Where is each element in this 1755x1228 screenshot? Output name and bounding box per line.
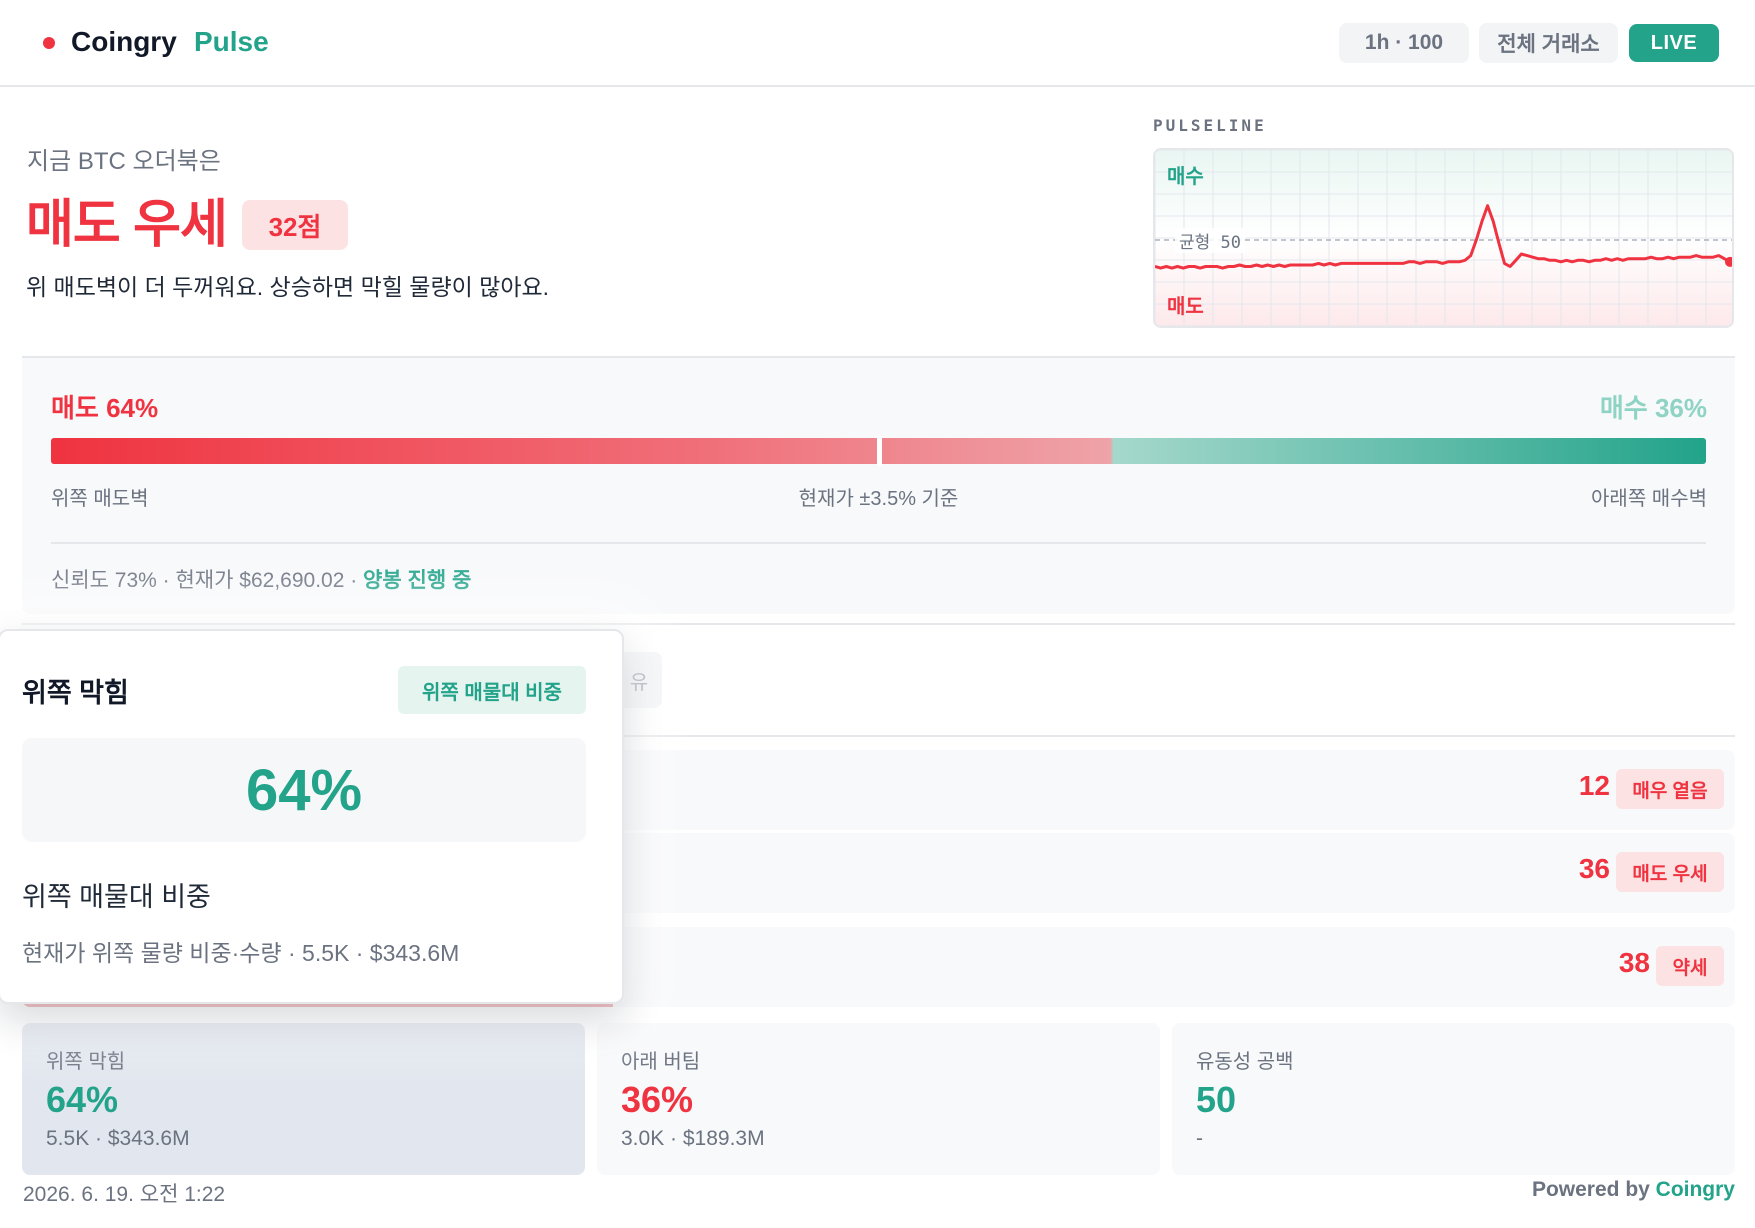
balance-midpoint-marker xyxy=(876,436,882,466)
pulseline-label: PULSELINE xyxy=(1153,116,1267,135)
app-header: Coingry Pulse 1h · 100 전체 거래소 LIVE xyxy=(0,0,1755,87)
footer-timestamp: 2026. 6. 19. 오전 1:22 xyxy=(23,1183,226,1206)
live-button[interactable]: LIVE xyxy=(1629,24,1719,62)
stat-value: 64% xyxy=(46,1079,119,1120)
stat-value: 50 xyxy=(1196,1079,1237,1120)
gauge-right-caption: 아래쪽 매수벽 xyxy=(1591,488,1707,510)
pulse-mid-label: 균형 50 xyxy=(1175,228,1245,253)
tooltip-title: 위쪽 막힘 xyxy=(22,678,129,708)
score-badge: 32점 xyxy=(242,200,348,250)
exchange-select-button[interactable]: 전체 거래소 xyxy=(1479,23,1618,63)
row-status-badge: 매도 우세 xyxy=(1616,852,1724,892)
stat-card-bottom-support[interactable]: 아래 버팀 36% 3.0K · $189.3M xyxy=(597,1023,1160,1175)
tooltip-detail: 현재가 위쪽 물량 비중·수량 · 5.5K · $343.6M xyxy=(22,940,460,966)
hero-title: 매도 우세 xyxy=(26,196,228,254)
balance-gauge-card: 매도 64% 매수 36% 위쪽 매도벽 현재가 ±3.5% 기준 아래쪽 매수… xyxy=(22,356,1735,614)
powered-by[interactable]: Powered by Coingry xyxy=(1532,1178,1735,1202)
stat-sub: 5.5K · $343.6M xyxy=(46,1127,190,1150)
stat-tooltip-popover: 위쪽 막힘 위쪽 매물대 비중 64% 위쪽 매물대 비중 현재가 위쪽 물량 … xyxy=(0,629,624,1004)
divider xyxy=(22,623,1735,625)
live-dot-icon xyxy=(43,37,55,49)
pulse-buy-label: 매수 xyxy=(1167,166,1204,188)
powered-brand: Coingry xyxy=(1655,1178,1735,1201)
divider xyxy=(51,542,1706,544)
gauge-meta-text: 신뢰도 73% · 현재가 $62,690.02 · xyxy=(51,569,364,592)
row-status-badge: 매우 옅음 xyxy=(1616,769,1724,809)
stat-card-top-resistance[interactable]: 위쪽 막힘 64% 5.5K · $343.6M xyxy=(22,1023,585,1175)
hero-description: 위 매도벽이 더 두꺼워요. 상승하면 막힐 물량이 많아요. xyxy=(26,274,550,300)
row-score: 36 xyxy=(1578,853,1610,884)
stat-sub: - xyxy=(1196,1127,1203,1150)
tooltip-heading: 위쪽 매물대 비중 xyxy=(22,882,211,912)
stat-sub: 3.0K · $189.3M xyxy=(621,1127,765,1150)
stat-label: 유동성 공백 xyxy=(1196,1051,1294,1073)
stat-label: 위쪽 막힘 xyxy=(46,1051,126,1073)
balance-bar[interactable] xyxy=(51,436,1706,466)
trend-text: 양봉 진행 중 xyxy=(363,569,472,592)
gauge-center-caption: 현재가 ±3.5% 기준 xyxy=(798,488,959,510)
powered-prefix: Powered by xyxy=(1531,1178,1656,1201)
gauge-meta: 신뢰도 73% · 현재가 $62,690.02 · 양봉 진행 중 xyxy=(51,564,471,594)
hero-label: 지금 BTC 오더북은 xyxy=(27,148,221,175)
stat-card-liquidity-gap[interactable]: 유동성 공백 50 - xyxy=(1172,1023,1735,1175)
tooltip-value: 64% xyxy=(22,738,586,842)
pulse-sell-label: 매도 xyxy=(1167,296,1204,318)
row-status-badge: 약세 xyxy=(1656,946,1724,986)
brand-name[interactable]: Coingry xyxy=(71,26,177,58)
row-score: 12 xyxy=(1578,770,1610,801)
pulseline-chart[interactable]: 매수 균형 50 매도 xyxy=(1153,148,1734,328)
row-score: 38 xyxy=(1618,947,1650,978)
range-select-button[interactable]: 1h · 100 xyxy=(1339,23,1469,63)
stat-label: 아래 버팀 xyxy=(621,1051,701,1073)
tooltip-badge: 위쪽 매물대 비중 xyxy=(398,666,586,714)
gauge-buy-label: 매수 36% xyxy=(1599,393,1707,423)
gauge-sell-label: 매도 64% xyxy=(51,393,159,423)
stat-value: 36% xyxy=(621,1079,694,1120)
brand-sub[interactable]: Pulse xyxy=(194,26,269,58)
